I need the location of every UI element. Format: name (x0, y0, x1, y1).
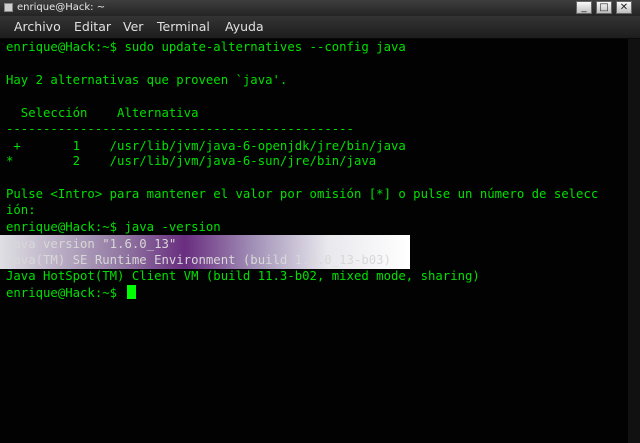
terminal-line: ión: (6, 203, 36, 217)
window-title: enrique@Hack: ~ (17, 2, 106, 13)
terminal-line: Java(TM) SE Runtime Environment (build 1… (6, 253, 391, 267)
terminal-prompt-line: enrique@Hack:~$ (6, 286, 125, 300)
text-cursor (127, 285, 136, 299)
terminal-window: enrique@Hack: ~ _ □ ✕ Archivo Editar Ver… (0, 0, 640, 443)
menu-editar[interactable]: Editar (74, 20, 111, 34)
menu-bar: Archivo Editar Ver Terminal Ayuda (0, 16, 640, 39)
terminal-line: Pulse <Intro> para mantener el valor por… (6, 187, 599, 201)
terminal-line: + 1 /usr/lib/jvm/java-6-openjdk/jre/bin/… (6, 139, 406, 153)
menu-ver[interactable]: Ver (123, 20, 143, 34)
terminal-line: Java HotSpot(TM) Client VM (build 11.3-b… (6, 269, 480, 283)
terminal-line: * 2 /usr/lib/jvm/java-6-sun/jre/bin/java (6, 154, 377, 168)
close-button[interactable]: ✕ (616, 1, 632, 14)
maximize-button[interactable]: □ (596, 1, 612, 14)
terminal-output[interactable]: enrique@Hack:~$ sudo update-alternatives… (0, 39, 640, 443)
menu-ayuda[interactable]: Ayuda (225, 20, 264, 34)
menu-archivo[interactable]: Archivo (14, 20, 61, 34)
terminal-line: ----------------------------------------… (6, 122, 354, 136)
terminal-line: java version "1.6.0_13" (6, 237, 177, 251)
terminal-line: enrique@Hack:~$ java -version (6, 220, 221, 234)
terminal-line: enrique@Hack:~$ sudo update-alternatives… (6, 40, 406, 54)
terminal-line: Selección Alternativa (6, 106, 199, 120)
minimize-button[interactable]: _ (576, 1, 592, 14)
scrollbar[interactable] (628, 39, 640, 443)
terminal-line: Hay 2 alternativas que proveen `java'. (6, 73, 288, 87)
terminal-app-icon (4, 3, 13, 12)
menu-terminal[interactable]: Terminal (157, 20, 210, 34)
title-bar[interactable]: enrique@Hack: ~ _ □ ✕ (0, 0, 640, 16)
